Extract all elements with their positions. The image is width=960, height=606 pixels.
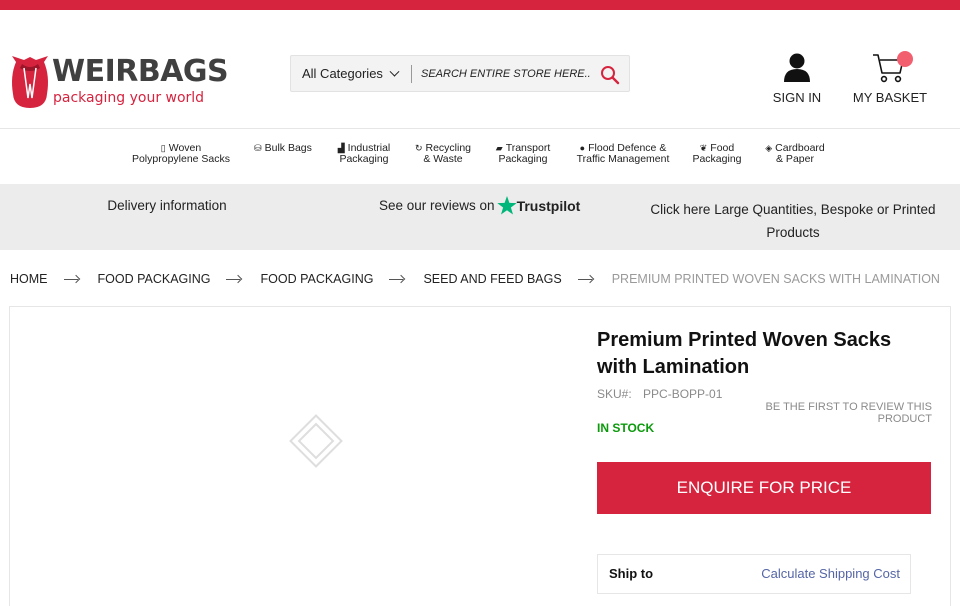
basket-link[interactable]: MY BASKET — [848, 50, 932, 110]
breadcrumb-seed-feed-bags[interactable]: SEED AND FEED BAGS — [423, 272, 561, 286]
category-nav: ▯ Woven Polypropylene Sacks ⛁ Bulk Bags ▟ I… — [0, 128, 960, 184]
basket-count-badge — [897, 51, 913, 67]
breadcrumb-food-packaging-sub[interactable]: FOOD PACKAGING — [260, 272, 373, 286]
nav-item-bulk-bags[interactable]: ⛁ Bulk Bags — [246, 143, 320, 154]
shipping-box: Ship to Calculate Shipping Cost — [597, 554, 911, 594]
nav-item-food-packaging[interactable]: ❦ Food Packaging — [686, 143, 748, 165]
ship-to-label: Ship to — [609, 566, 654, 581]
sack-icon — [12, 56, 48, 108]
product-title: Premium Printed Woven Sacks with Laminat… — [597, 329, 892, 378]
search-icon[interactable] — [599, 64, 621, 86]
breadcrumb: HOME FOOD PACKAGING FOOD PACKAGING SEED … — [10, 271, 940, 287]
enquire-for-price-button[interactable]: ENQUIRE FOR PRICE — [597, 462, 931, 514]
chevron-down-icon — [389, 66, 400, 77]
site-logo[interactable]: WEIRBAGS packaging your world — [10, 54, 229, 122]
logo-wordmark: WEIRBAGS — [52, 54, 229, 89]
nav-item-industrial[interactable]: ▟ Industrial Packaging — [330, 143, 398, 165]
user-icon — [784, 53, 810, 82]
site-header: WEIRBAGS packaging your world All Catego… — [0, 10, 960, 128]
breadcrumb-food-packaging[interactable]: FOOD PACKAGING — [98, 272, 211, 286]
star-icon — [496, 196, 517, 215]
stock-status: IN STOCK — [597, 421, 655, 435]
arrow-right-icon — [389, 278, 404, 280]
top-accent-bar — [0, 0, 960, 10]
reviews-prefix: See our reviews on — [379, 198, 495, 213]
basket-label: MY BASKET — [852, 90, 928, 105]
search-divider — [411, 65, 412, 83]
box-icon: ◈ — [765, 143, 773, 153]
nav-item-cardboard[interactable]: ◈ Cardboard & Paper — [756, 143, 834, 165]
sign-in-link[interactable]: SIGN IN — [764, 50, 830, 110]
sign-in-label: SIGN IN — [772, 90, 822, 105]
bags-icon: ⛁ — [254, 143, 262, 153]
reviews-link[interactable]: See our reviews on Trustpilot — [379, 196, 580, 215]
delivery-info-link[interactable]: Delivery information — [60, 198, 274, 213]
search-bar: All Categories — [290, 55, 630, 92]
nav-item-recycling[interactable]: ↻ Recycling & Waste — [408, 143, 478, 165]
arrow-right-icon — [577, 278, 592, 280]
arrow-right-icon — [226, 278, 241, 280]
product-panel: Premium Printed Woven Sacks with Laminat… — [9, 306, 951, 606]
trustpilot-logo: Trustpilot — [496, 196, 581, 215]
breadcrumb-current: PREMIUM PRINTED WOVEN SACKS WITH LAMINAT… — [611, 272, 940, 286]
category-select-label: All Categories — [302, 66, 383, 81]
search-input[interactable] — [421, 61, 591, 87]
trustpilot-wordmark: Trustpilot — [516, 197, 581, 214]
bespoke-products-link[interactable]: Click here Large Quantities, Bespoke or … — [633, 198, 953, 244]
nav-item-transport[interactable]: ▰ Transport Packaging — [488, 143, 558, 165]
recycle-icon: ↻ — [414, 143, 423, 153]
calculate-shipping-link[interactable]: Calculate Shipping Cost — [761, 566, 900, 581]
breadcrumb-home[interactable]: HOME — [10, 272, 48, 286]
info-bar: Delivery information See our reviews on … — [0, 184, 960, 250]
nav-item-woven-sacks[interactable]: ▯ Woven Polypropylene Sacks — [126, 143, 236, 165]
image-placeholder-icon — [289, 414, 343, 468]
sku-value: PPC-BOPP-01 — [643, 387, 723, 401]
product-sku: SKU#: PPC-BOPP-01 — [597, 387, 722, 401]
arrow-right-icon — [63, 278, 78, 280]
write-review-link[interactable]: BE THE FIRST TO REVIEW THIS PRODUCT — [710, 401, 932, 425]
logo-tagline: packaging your world — [53, 90, 205, 106]
sku-label: SKU#: — [597, 387, 632, 401]
category-select[interactable]: All Categories — [302, 56, 400, 91]
nav-item-flood-defence[interactable]: ● Flood Defence & Traffic Management — [568, 143, 678, 165]
